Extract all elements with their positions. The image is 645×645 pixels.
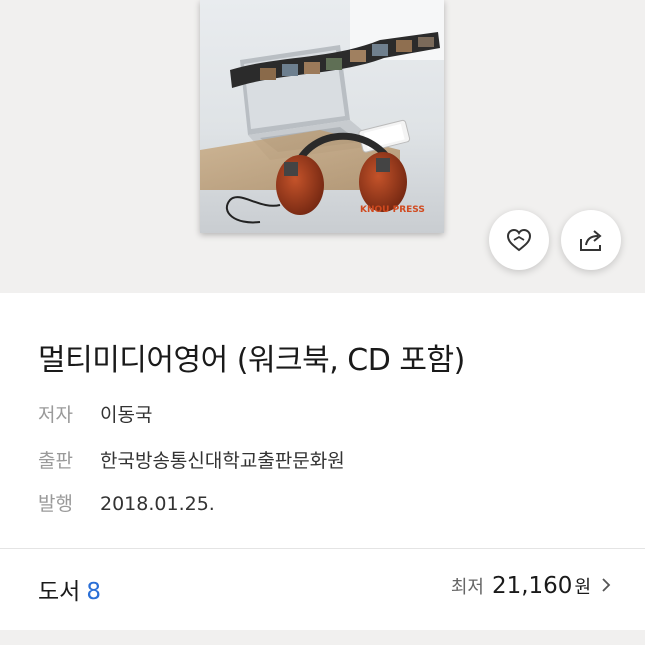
meta-row-author: 저자 이동국 — [38, 400, 152, 427]
meta-value-author: 이동국 — [100, 404, 153, 426]
share-icon — [580, 230, 602, 251]
lowest-price-link[interactable]: 최저 21,160 원 — [451, 573, 611, 599]
chevron-right-icon — [602, 578, 611, 592]
book-cover-image[interactable]: KNOU PRESS — [200, 0, 444, 233]
book-hero: KNOU PRESS — [0, 0, 645, 293]
books-label: 도서 — [38, 579, 81, 605]
books-count-value: 8 — [86, 579, 101, 605]
price-unit: 원 — [574, 577, 591, 598]
like-button[interactable] — [489, 210, 549, 270]
cover-brand-text: KNOU PRESS — [360, 205, 425, 215]
meta-row-date: 발행 2018.01.25. — [38, 489, 215, 516]
bottom-spacer — [0, 630, 645, 645]
books-count: 도서 8 — [38, 572, 101, 606]
meta-value-date: 2018.01.25. — [100, 493, 215, 515]
meta-row-publisher: 출판 한국방송통신대학교출판문화원 — [38, 446, 345, 473]
meta-label-publisher: 출판 — [38, 450, 73, 472]
meta-label-date: 발행 — [38, 493, 73, 515]
meta-value-publisher: 한국방송통신대학교출판문화원 — [100, 450, 345, 472]
price-label: 최저 — [450, 577, 484, 598]
meta-label-author: 저자 — [38, 404, 73, 426]
price-amount: 21,160 — [491, 573, 573, 599]
heart-icon — [506, 228, 532, 252]
share-button[interactable] — [561, 210, 621, 270]
section-divider — [0, 548, 645, 549]
book-title: 멀티미디어영어 (워크북, CD 포함) — [38, 343, 465, 378]
